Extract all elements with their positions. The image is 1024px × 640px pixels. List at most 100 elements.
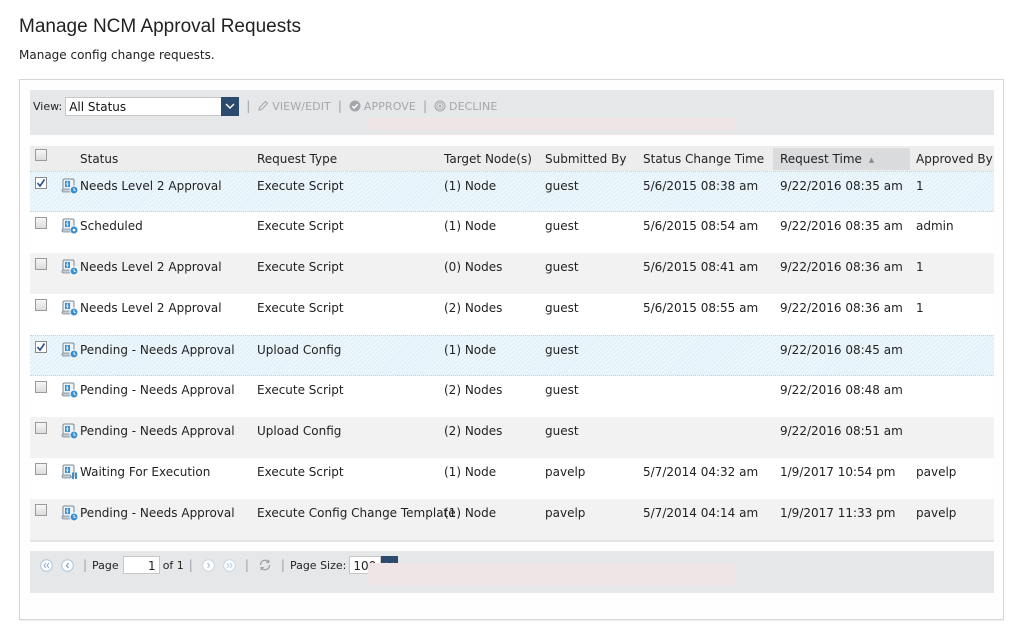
- status-change-time-cell: 5/7/2014 04:14 am: [643, 506, 759, 520]
- script-gear-icon: [61, 217, 79, 235]
- first-page-icon[interactable]: [40, 558, 53, 572]
- page-of-label: of 1: [162, 558, 184, 572]
- toolbar-separator: |: [422, 99, 428, 113]
- request-time-cell: 9/22/2016 08:35 am: [780, 219, 903, 233]
- script-pause-icon: [61, 463, 79, 481]
- approve-button[interactable]: APPROVE: [349, 100, 416, 113]
- table-row[interactable]: Pending - Needs Approval Execute Script (2…: [30, 376, 994, 417]
- request-type-cell: Upload Config: [257, 343, 342, 357]
- chevron-down-icon[interactable]: [221, 96, 240, 116]
- row-checkbox[interactable]: [35, 463, 47, 475]
- page-number-input[interactable]: 1: [122, 556, 160, 574]
- request-time-cell: 9/22/2016 08:36 am: [780, 301, 903, 315]
- request-type-cell: Execute Script: [257, 260, 344, 274]
- script-clock-icon: [61, 177, 79, 195]
- column-header-status[interactable]: Status: [80, 152, 118, 166]
- next-page-icon[interactable]: [202, 558, 215, 572]
- request-time-cell: 9/22/2016 08:36 am: [780, 260, 903, 274]
- request-time-cell: 9/22/2016 08:48 am: [780, 383, 903, 397]
- target-nodes-cell: (1) Node: [444, 179, 497, 193]
- submitted-by-cell: guest: [545, 424, 579, 438]
- row-checkbox[interactable]: [35, 504, 47, 516]
- toolbar-placeholder-area: [368, 118, 736, 130]
- status-change-time-cell: 5/6/2015 08:41 am: [643, 260, 759, 274]
- page-subtitle: Manage config change requests.: [19, 48, 215, 62]
- status-change-time-cell: 5/6/2015 08:54 am: [643, 219, 759, 233]
- script-clock-icon: [61, 381, 79, 399]
- request-type-cell: Execute Script: [257, 465, 344, 479]
- request-time-cell: 9/22/2016 08:35 am: [780, 179, 903, 193]
- pager-separator: |: [188, 558, 193, 572]
- sort-ascending-icon: ▲: [868, 155, 875, 164]
- decline-label: DECLINE: [449, 99, 498, 113]
- column-header-request-time[interactable]: Request Time ▲: [780, 152, 874, 166]
- page-size-label: Page Size:: [289, 558, 347, 572]
- decline-button[interactable]: DECLINE: [434, 100, 497, 113]
- approved-by-cell: admin: [916, 219, 954, 233]
- toolbar: View: All Status | VIEW/EDIT | APPROVE |…: [30, 90, 994, 135]
- refresh-icon[interactable]: [258, 558, 272, 572]
- table-row[interactable]: Pending - Needs Approval Upload Config (2)…: [30, 417, 994, 458]
- column-header-approved-by[interactable]: Approved By: [916, 152, 993, 166]
- column-header-status-change-time[interactable]: Status Change Time: [643, 152, 764, 166]
- grid-body: Needs Level 2 Approval Execute Script (1) …: [30, 171, 994, 540]
- approved-by-cell: pavelp: [916, 506, 957, 520]
- page-label: Page: [92, 558, 119, 572]
- submitted-by-cell: pavelp: [545, 506, 586, 520]
- pencil-icon: [258, 100, 269, 111]
- status-cell: Needs Level 2 Approval: [80, 260, 222, 274]
- status-cell: Needs Level 2 Approval: [80, 301, 222, 315]
- grid-header: Status Request Type Target Node(s) Submi…: [30, 146, 994, 171]
- request-type-cell: Execute Script: [257, 179, 344, 193]
- last-page-icon[interactable]: [223, 558, 236, 572]
- target-nodes-cell: (0) Nodes: [444, 260, 503, 274]
- approve-label: APPROVE: [363, 99, 416, 113]
- table-row[interactable]: Scheduled Execute Script (1) Node guest 5/6/…: [30, 212, 994, 253]
- column-header-submitted-by[interactable]: Submitted By: [545, 152, 626, 166]
- script-clock-icon: [61, 422, 79, 440]
- grid-divider: [30, 540, 994, 542]
- table-row[interactable]: Needs Level 2 Approval Execute Script (1) …: [30, 171, 994, 212]
- target-nodes-cell: (1) Node: [444, 343, 497, 357]
- submitted-by-cell: guest: [545, 343, 579, 357]
- column-header-request-time-label: Request Time: [780, 152, 862, 166]
- script-clock-icon: [61, 299, 79, 317]
- column-header-request-type[interactable]: Request Type: [257, 152, 337, 166]
- request-time-cell: 9/22/2016 08:51 am: [780, 424, 903, 438]
- requests-grid: Status Request Type Target Node(s) Submi…: [30, 146, 994, 542]
- script-clock-icon: [61, 258, 79, 276]
- status-cell: Pending - Needs Approval: [80, 343, 235, 357]
- row-checkbox[interactable]: [35, 258, 47, 270]
- view-edit-button[interactable]: VIEW/EDIT: [257, 100, 331, 113]
- script-clock-icon: [61, 341, 79, 359]
- previous-page-icon[interactable]: [61, 558, 74, 572]
- select-all-checkbox[interactable]: [35, 149, 47, 161]
- request-type-cell: Upload Config: [257, 424, 342, 438]
- status-change-time-cell: 5/6/2015 08:38 am: [643, 179, 759, 193]
- view-status-select[interactable]: All Status: [65, 96, 240, 116]
- table-row[interactable]: Pending - Needs Approval Upload Config (1)…: [30, 335, 994, 376]
- request-type-cell: Execute Script: [257, 301, 344, 315]
- row-checkbox[interactable]: [35, 217, 47, 229]
- target-nodes-cell: (2) Nodes: [444, 383, 503, 397]
- status-cell: Pending - Needs Approval: [80, 383, 235, 397]
- request-type-cell: Execute Script: [257, 219, 344, 233]
- request-time-cell: 9/22/2016 08:45 am: [780, 343, 903, 357]
- row-checkbox[interactable]: [35, 299, 47, 311]
- table-row[interactable]: Needs Level 2 Approval Execute Script (2) …: [30, 294, 994, 335]
- column-header-target-nodes[interactable]: Target Node(s): [444, 152, 532, 166]
- row-checkbox[interactable]: [35, 381, 47, 393]
- row-checkbox[interactable]: [35, 177, 47, 189]
- request-time-cell: 1/9/2017 11:33 pm: [780, 506, 896, 520]
- table-row[interactable]: Waiting For Execution Execute Script (1) N…: [30, 458, 994, 499]
- table-row[interactable]: Pending - Needs Approval Execute Config C…: [30, 499, 994, 540]
- row-checkbox[interactable]: [35, 422, 47, 434]
- status-change-time-cell: 5/7/2014 04:32 am: [643, 465, 759, 479]
- view-status-value: All Status: [69, 99, 127, 114]
- status-cell: Waiting For Execution: [80, 465, 211, 479]
- table-row[interactable]: Needs Level 2 Approval Execute Script (0) …: [30, 253, 994, 294]
- row-checkbox[interactable]: [35, 341, 47, 353]
- status-cell: Scheduled: [80, 219, 143, 233]
- submitted-by-cell: guest: [545, 301, 579, 315]
- pager-separator: |: [244, 558, 249, 572]
